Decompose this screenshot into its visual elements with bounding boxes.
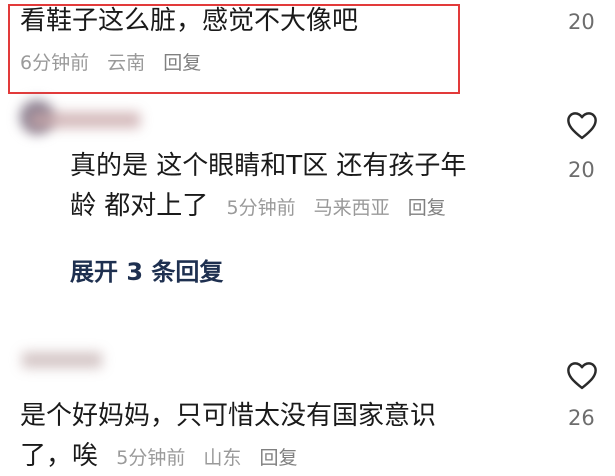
username[interactable] — [30, 112, 140, 128]
comment-text-tail: 龄 都对上了 — [70, 191, 209, 221]
username[interactable] — [22, 352, 102, 368]
like-count: 20 — [568, 158, 595, 182]
heart-outline-icon[interactable] — [565, 110, 599, 140]
comment-text-line: 龄 都对上了 5分钟前 马来西亚 回复 — [70, 190, 458, 224]
comment-meta: 5分钟前 山东 回复 — [116, 447, 309, 469]
comment-location: 云南 — [107, 52, 146, 74]
comment-text-tail: 了，唉 — [20, 441, 99, 471]
comment-meta: 6分钟前 云南 回复 — [20, 48, 213, 75]
comment-time: 5分钟前 — [226, 197, 296, 219]
expand-replies-button[interactable]: 展开 3 条回复 — [70, 252, 223, 287]
comment-location: 马来西亚 — [313, 197, 390, 219]
reply-button[interactable]: 回复 — [259, 447, 297, 469]
like-count: 20 — [568, 10, 595, 34]
reply-button[interactable]: 回复 — [408, 197, 446, 219]
heart-outline-icon[interactable] — [565, 360, 599, 390]
comment-time: 5分钟前 — [116, 447, 186, 469]
like-count: 26 — [568, 406, 595, 430]
comment-text-line: 真的是 这个眼睛和T区 还有孩子年 — [70, 151, 467, 181]
comment-location: 山东 — [203, 447, 242, 469]
comment-text: 看鞋子这么脏，感觉不大像吧 — [20, 6, 359, 36]
comment-text-line: 了，唉 5分钟前 山东 回复 — [20, 440, 310, 474]
comment-meta: 5分钟前 马来西亚 回复 — [227, 197, 458, 219]
reply-button[interactable]: 回复 — [163, 52, 201, 74]
comment-time: 6分钟前 — [20, 52, 90, 74]
comment-text-line: 是个好妈妈，只可惜太没有国家意识 — [20, 401, 437, 431]
